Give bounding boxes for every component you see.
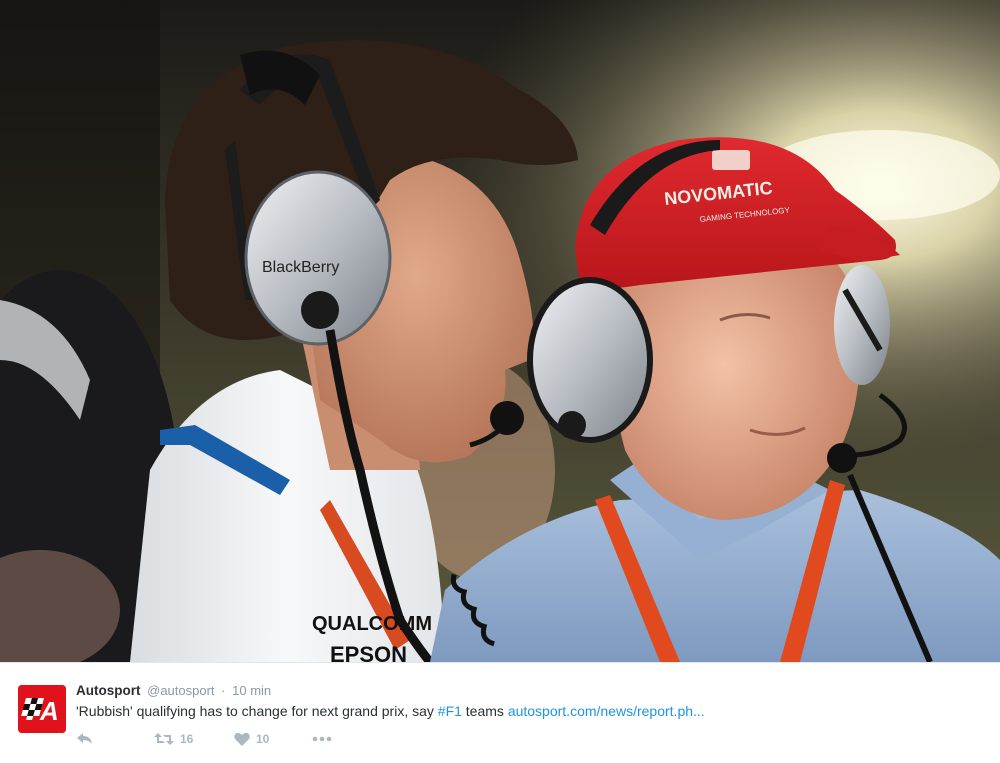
header-separator: · [221,683,226,698]
autosport-avatar[interactable]: A [18,685,66,733]
retweet-icon [154,733,174,745]
tweet-actions: 16 10 [76,729,332,749]
account-username[interactable]: @autosport [147,683,214,698]
retweet-count: 16 [180,732,194,746]
tweet-photo[interactable]: QUALCOMM EPSON BlackBerry NOVOMATIC GAMI… [0,0,1000,662]
tweet-text-after: teams [461,703,508,719]
tweet-text: 'Rubbish' qualifying has to change for n… [76,702,705,720]
article-link[interactable]: autosport.com/news/report.ph... [508,703,705,719]
account-fullname[interactable]: Autosport [76,683,141,698]
tweet-card[interactable]: A Autosport @autosport · 10 min 'Rubbish… [0,662,1000,763]
reply-button[interactable] [76,732,154,746]
headset-logo: BlackBerry [262,259,339,276]
autosport-logo-icon: A [18,685,66,733]
more-button[interactable] [312,736,332,742]
tweet-timestamp[interactable]: 10 min [232,683,271,698]
avatar-letter: A [39,696,59,726]
heart-icon [234,732,250,746]
reply-icon [77,733,92,744]
retweet-button[interactable]: 16 [154,732,234,746]
shirt-logo-qualcomm: QUALCOMM [312,613,432,635]
shirt-logo-epson: EPSON [330,642,407,662]
like-button[interactable]: 10 [234,732,312,746]
photo-illustration: QUALCOMM EPSON BlackBerry NOVOMATIC GAMI… [0,0,1000,662]
tweet-text-main: 'Rubbish' qualifying has to change for n… [76,703,438,719]
more-dots-icon [312,736,332,742]
hashtag-link[interactable]: #F1 [438,703,462,719]
like-count: 10 [256,732,270,746]
tweet-header: Autosport @autosport · 10 min [76,683,271,699]
